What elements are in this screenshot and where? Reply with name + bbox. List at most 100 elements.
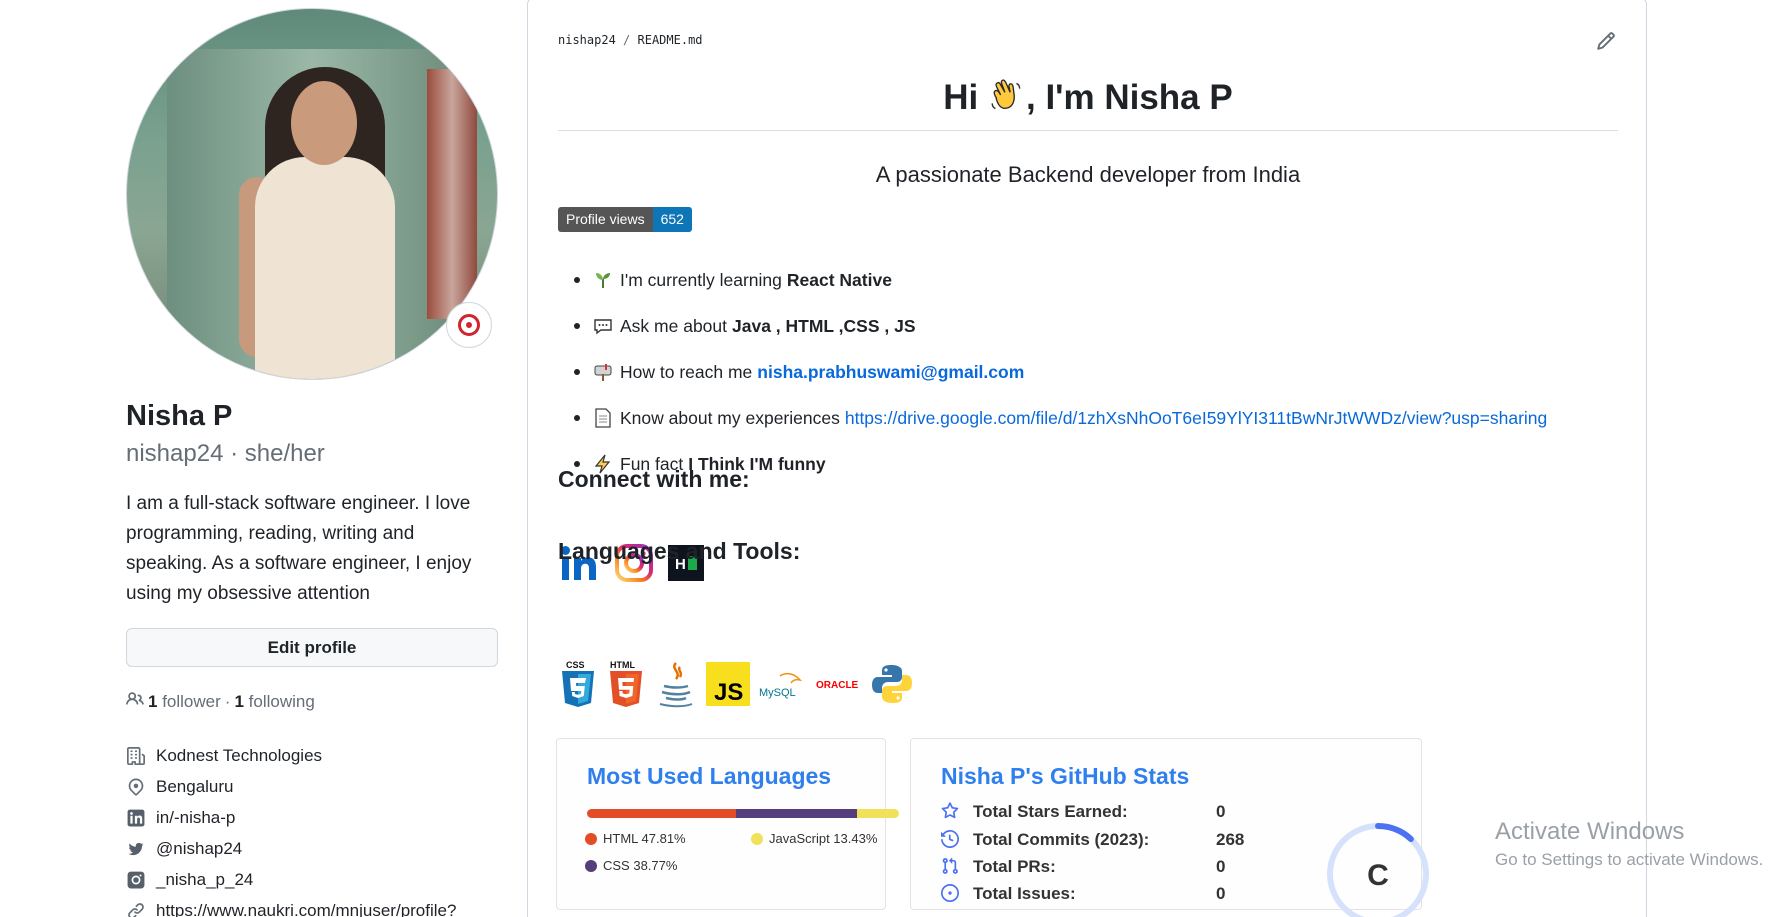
stat-value: 268 <box>1216 830 1245 849</box>
profile-login: nishap24 · she/her <box>126 440 325 467</box>
views-count: 652 <box>652 207 692 232</box>
resume-link[interactable]: https://drive.google.com/file/d/1zhXsNhO… <box>845 408 1547 429</box>
svg-text:ORACLE: ORACLE <box>816 680 859 691</box>
detail-organization: Kodnest Technologies <box>126 740 456 771</box>
detail-twitter[interactable]: @nishap24 <box>126 833 456 864</box>
detail-website[interactable]: https://www.naukri.com/mnjuser/profile? <box>126 895 456 917</box>
stat-row-commits: Total Commits (2023): 268 <box>941 830 1244 850</box>
email-link[interactable]: nisha.prabhuswami@gmail.com <box>757 362 1024 383</box>
connect-heading: Connect with me: <box>558 466 750 492</box>
profile-details: Kodnest Technologies Bengaluru in/-nisha… <box>126 740 456 917</box>
waving-hand-icon <box>991 79 1021 110</box>
edit-readme-button[interactable] <box>1596 31 1618 53</box>
breadcrumb-user-link[interactable]: nishap24 <box>558 33 616 47</box>
target-icon <box>458 314 480 336</box>
mailbox-icon <box>592 361 614 383</box>
legend-dot <box>751 832 763 845</box>
document-icon <box>592 407 614 429</box>
profile-name: Nisha P <box>126 400 233 432</box>
rank-letter: C <box>1367 859 1389 892</box>
readme-bullet-list: I'm currently learning React Native Ask m… <box>558 257 1547 487</box>
learning-text: I'm currently learning <box>620 269 782 290</box>
language-bar-segment <box>587 809 737 818</box>
stat-label: Total PRs: <box>973 857 1056 876</box>
readme-card: nishap24 / README.md Hi , I'm Nisha P A … <box>527 0 1647 917</box>
instagram-icon <box>126 870 146 890</box>
instagram-link[interactable]: _nisha_p_24 <box>156 870 253 890</box>
pencil-icon <box>1597 32 1615 50</box>
breadcrumb: nishap24 / README.md <box>558 33 703 47</box>
experience-text: Know about my experiences <box>620 407 840 428</box>
legend-dot <box>585 859 597 872</box>
svg-text:JS: JS <box>714 679 743 706</box>
stat-value: 0 <box>1216 884 1226 903</box>
heading-hi: Hi <box>943 78 979 117</box>
legend-label: JavaScript 13.43% <box>769 831 878 846</box>
edit-profile-button[interactable]: Edit profile <box>126 628 498 667</box>
language-bar-segment <box>736 809 858 818</box>
list-item: I'm currently learning React Native <box>558 257 1547 303</box>
legend-label: HTML 47.81% <box>603 831 686 846</box>
followers-link[interactable]: 1 follower <box>148 692 221 712</box>
people-icon <box>126 690 144 713</box>
windows-activation-watermark: Activate Windows Go to Settings to activ… <box>1495 818 1763 870</box>
stat-label: Total Issues: <box>973 884 1076 903</box>
detail-linkedin[interactable]: in/-nisha-p <box>126 802 456 833</box>
breadcrumb-separator: / <box>623 33 631 47</box>
learning-topic: React Native <box>786 269 892 290</box>
languages-title: Most Used Languages <box>587 763 832 789</box>
twitter-link[interactable]: @nishap24 <box>156 839 242 859</box>
views-label: Profile views <box>558 207 653 232</box>
list-item: Ask me about Java , HTML ,CSS , JS <box>558 303 1547 349</box>
languages-bar <box>587 809 899 818</box>
breadcrumb-file: README.md <box>637 33 703 47</box>
separator: · <box>224 691 231 711</box>
mysql-icon[interactable]: MySQL <box>758 662 806 706</box>
readme-subheading: A passionate Backend developer from Indi… <box>875 162 1301 187</box>
list-item: Know about my experiences https://drive.g… <box>558 395 1547 441</box>
speech-bubble-icon <box>592 315 614 337</box>
heading-name: , I'm Nisha P <box>1026 78 1233 117</box>
python-icon[interactable] <box>872 663 912 705</box>
watermark-title: Activate Windows <box>1495 818 1685 845</box>
stat-value: 0 <box>1216 802 1226 821</box>
star-icon <box>941 802 961 822</box>
twitter-icon <box>126 839 146 859</box>
stat-row-prs: Total PRs: 0 <box>941 857 1225 877</box>
location-icon <box>126 777 146 797</box>
website-link[interactable]: https://www.naukri.com/mnjuser/profile? <box>156 901 456 917</box>
pull-request-icon <box>941 857 961 877</box>
seedling-icon <box>592 269 614 291</box>
legend-html: HTML 47.81% <box>585 831 686 846</box>
avatar[interactable] <box>126 8 498 380</box>
following-link[interactable]: 1 following <box>234 692 314 712</box>
svg-text:CSS: CSS <box>566 660 585 670</box>
linkedin-icon <box>126 808 146 828</box>
stat-label: Total Commits (2023): <box>973 830 1150 849</box>
language-bar-segment <box>857 809 899 818</box>
oracle-icon[interactable]: ORACLE <box>814 662 864 706</box>
java-icon[interactable] <box>654 659 698 709</box>
html5-icon[interactable]: HTML <box>606 660 646 708</box>
organization-text: Kodnest Technologies <box>156 745 323 765</box>
rank-circle: C <box>1327 823 1429 917</box>
issue-icon <box>941 884 961 904</box>
status-button[interactable] <box>446 302 492 348</box>
legend-label: CSS 38.77% <box>603 858 678 873</box>
svg-text:HTML: HTML <box>610 660 635 670</box>
stats-title: Nisha P's GitHub Stats <box>941 763 1190 789</box>
svg-text:MySQL: MySQL <box>759 687 796 699</box>
stat-value: 0 <box>1216 857 1226 876</box>
organization-icon <box>126 746 146 766</box>
profile-bio: I am a full-stack software engineer. I l… <box>126 493 472 604</box>
list-item: How to reach me nisha.prabhuswami@gmail.c… <box>558 349 1547 395</box>
legend-css: CSS 38.77% <box>585 858 677 873</box>
css3-icon[interactable]: CSS <box>558 660 598 708</box>
location-text: Bengaluru <box>156 776 234 796</box>
linkedin-link[interactable]: in/-nisha-p <box>156 808 235 828</box>
javascript-icon[interactable]: JS <box>706 662 750 706</box>
legend-javascript: JavaScript 13.43% <box>751 831 877 846</box>
legend-dot <box>585 832 597 845</box>
history-icon <box>941 830 961 850</box>
detail-instagram[interactable]: _nisha_p_24 <box>126 864 456 895</box>
